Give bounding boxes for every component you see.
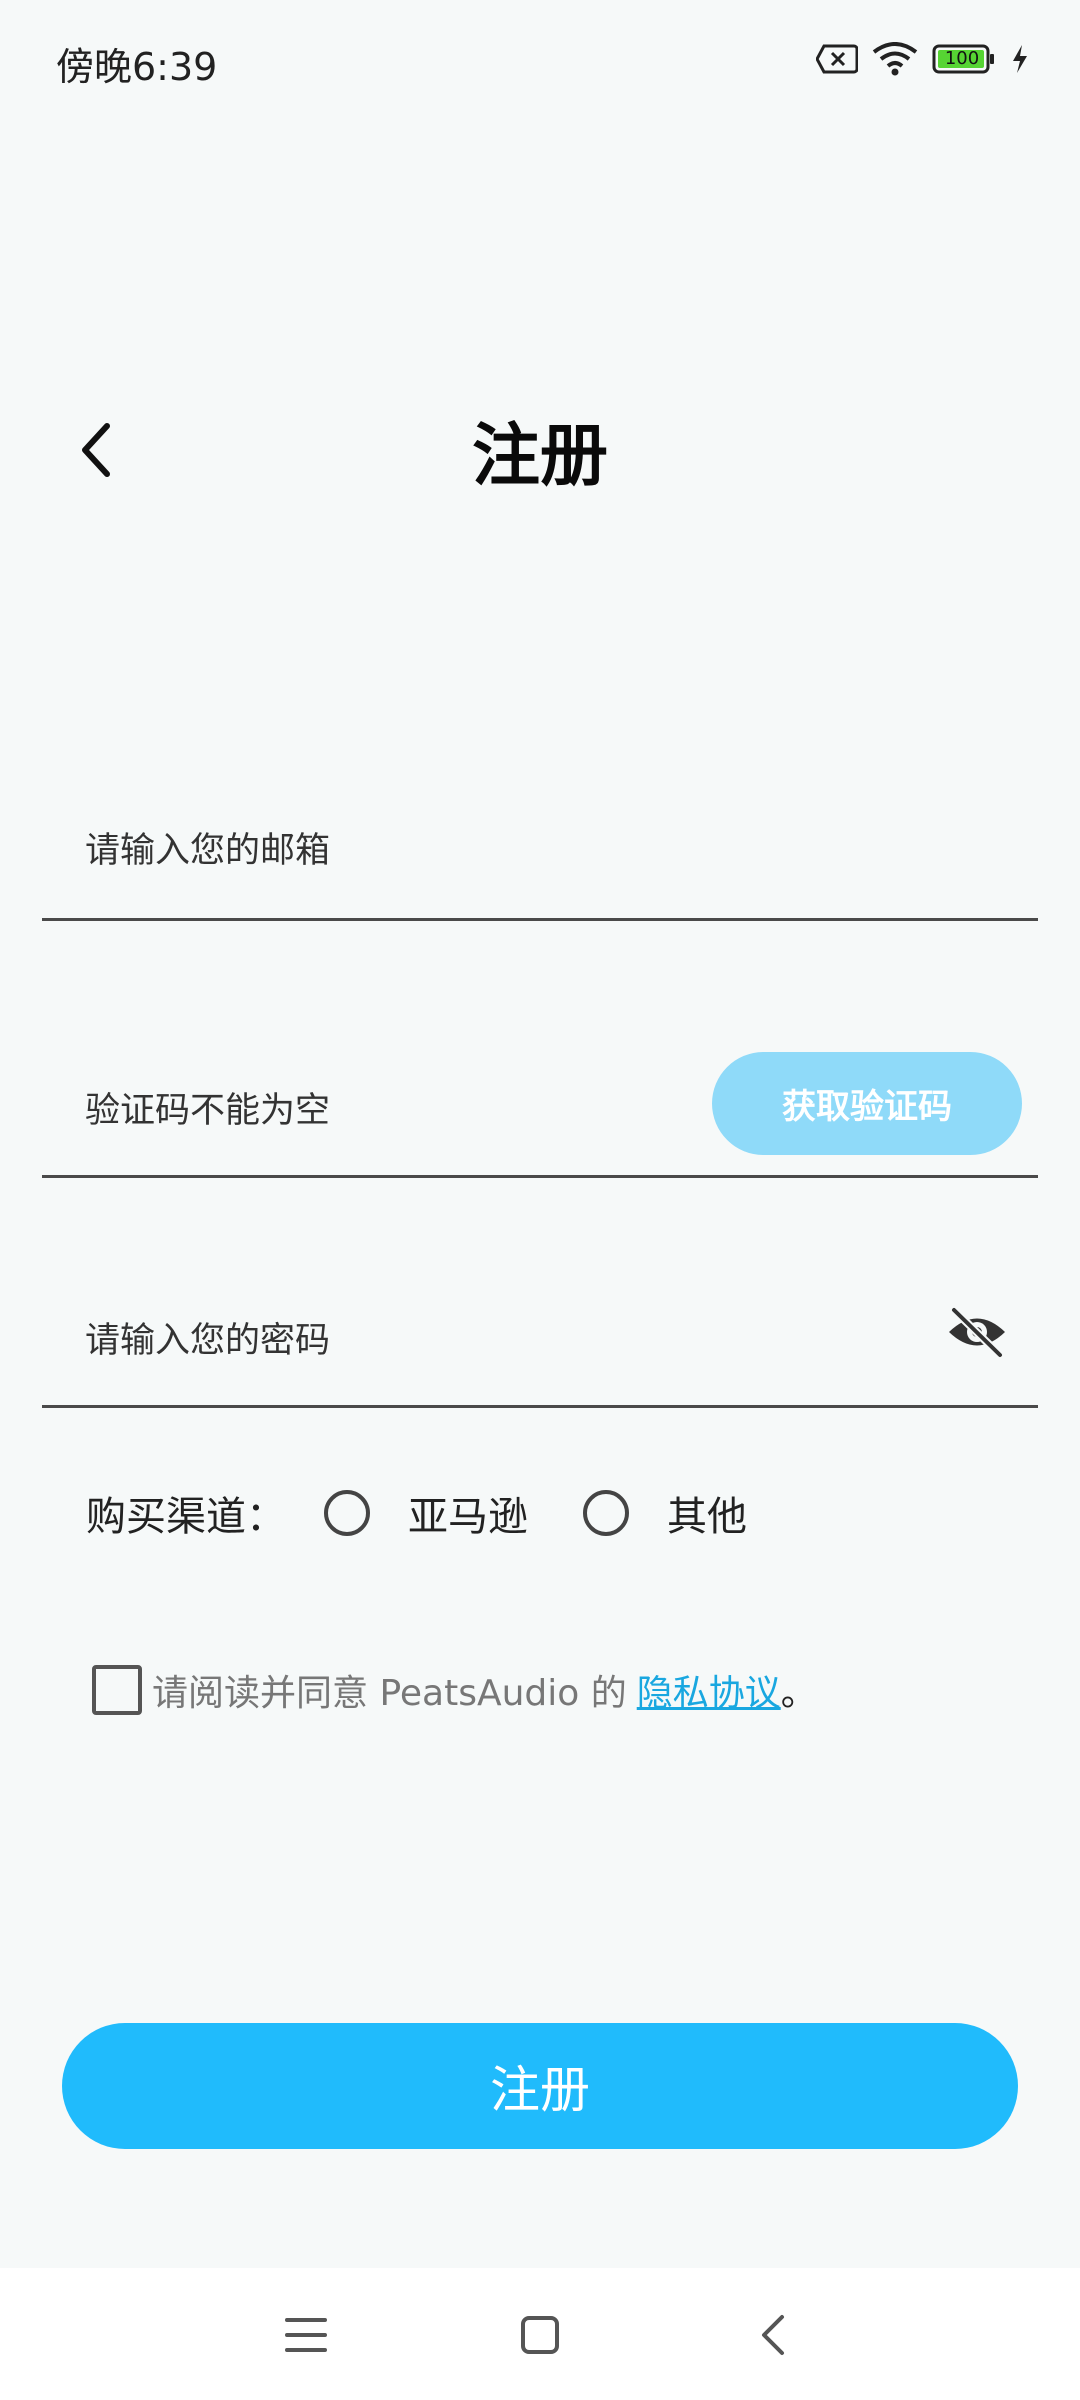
- status-time: 傍晚6:39: [56, 45, 218, 89]
- system-nav-bar: [0, 2268, 1080, 2400]
- agree-checkbox[interactable]: [92, 1665, 142, 1715]
- eye-off-icon[interactable]: [946, 1305, 1008, 1359]
- channel-label: 购买渠道：: [86, 1494, 286, 1540]
- back-arrow-icon: [762, 2315, 784, 2355]
- sim-off-icon: [816, 44, 858, 74]
- page-title: 注册: [471, 417, 608, 496]
- radio-amazon-label[interactable]: 亚马逊: [408, 1484, 528, 1542]
- get-code-button[interactable]: 获取验证码: [712, 1052, 1022, 1155]
- purchase-channel: 购买渠道： 亚马逊 其他: [86, 1478, 802, 1548]
- status-icons: 100: [816, 42, 1030, 76]
- code-placeholder: 验证码不能为空: [85, 1091, 331, 1131]
- nav-back-button[interactable]: [743, 2310, 803, 2360]
- radio-amazon[interactable]: [324, 1490, 370, 1536]
- radio-other[interactable]: [583, 1490, 629, 1536]
- agreement-row: 请阅读并同意 PeatsAudio 的 隐私协议 。: [92, 1660, 817, 1720]
- password-placeholder: 请输入您的密码: [85, 1321, 331, 1361]
- header: 注册: [0, 380, 1080, 520]
- privacy-policy-link[interactable]: 隐私协议: [637, 1664, 781, 1716]
- password-field[interactable]: 请输入您的密码: [42, 1250, 1038, 1408]
- battery-icon: 100: [932, 43, 996, 75]
- email-field[interactable]: 请输入您的邮箱: [42, 760, 1038, 921]
- status-bar: 傍晚6:39 100: [0, 0, 1080, 125]
- email-placeholder: 请输入您的邮箱: [85, 831, 331, 871]
- menu-icon: [285, 2318, 327, 2352]
- menu-button[interactable]: [276, 2310, 336, 2360]
- agreement-text: 请阅读并同意 PeatsAudio 的: [152, 1673, 627, 1714]
- home-button[interactable]: [510, 2310, 570, 2360]
- wifi-icon: [872, 42, 918, 76]
- home-square-icon: [521, 2316, 559, 2354]
- register-button[interactable]: 注册: [62, 2023, 1018, 2149]
- charging-icon: [1010, 44, 1030, 74]
- agreement-suffix: 。: [780, 1673, 817, 1714]
- battery-level: 100: [944, 48, 980, 69]
- radio-other-label[interactable]: 其他: [667, 1484, 747, 1542]
- verification-code-field[interactable]: 验证码不能为空 获取验证码: [42, 1020, 1038, 1178]
